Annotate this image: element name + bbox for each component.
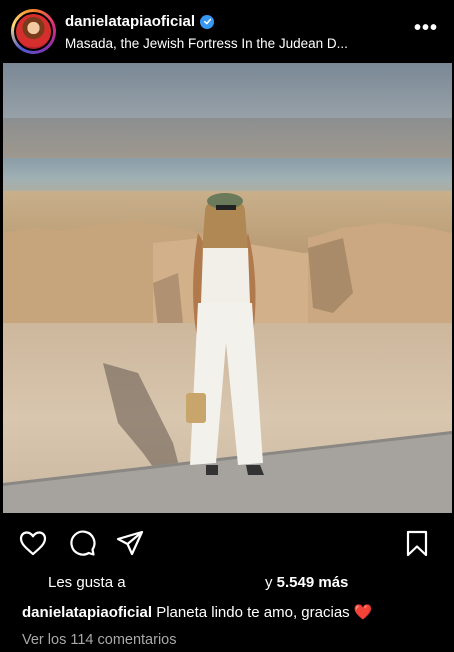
likes-suffix: y [265, 574, 277, 591]
likes-prefix: Les gusta a [48, 574, 126, 591]
action-bar [0, 522, 454, 562]
caption: danielatapiaoficial Planeta lindo te amo… [22, 603, 373, 621]
more-options-icon[interactable]: ••• [414, 18, 438, 38]
likes-count: 5.549 más [276, 574, 349, 591]
caption-username-link[interactable]: danielatapiaoficial [22, 604, 152, 621]
location-link[interactable]: Masada, the Jewish Fortress In the Judea… [65, 36, 348, 51]
avatar[interactable] [11, 9, 56, 54]
photo-woman [186, 193, 264, 475]
post-header: danielatapiaoficial Masada, the Jewish F… [0, 0, 454, 62]
username-link[interactable]: danielatapiaoficial [65, 13, 195, 30]
view-comments-link[interactable]: Ver los 114 comentarios [22, 632, 176, 648]
heart-icon[interactable] [18, 528, 48, 558]
verified-badge-icon [200, 14, 215, 29]
comment-icon[interactable] [67, 528, 97, 558]
bookmark-icon[interactable] [402, 528, 432, 558]
post-photo[interactable] [3, 63, 452, 513]
heart-emoji-icon: ❤️ [353, 604, 373, 621]
username-row: danielatapiaoficial [65, 13, 215, 30]
send-icon[interactable] [115, 528, 145, 558]
caption-text: Planeta lindo te amo, gracias [156, 604, 350, 621]
avatar-image [14, 12, 53, 51]
likes-count-link[interactable]: y 5.549 más [265, 574, 348, 591]
